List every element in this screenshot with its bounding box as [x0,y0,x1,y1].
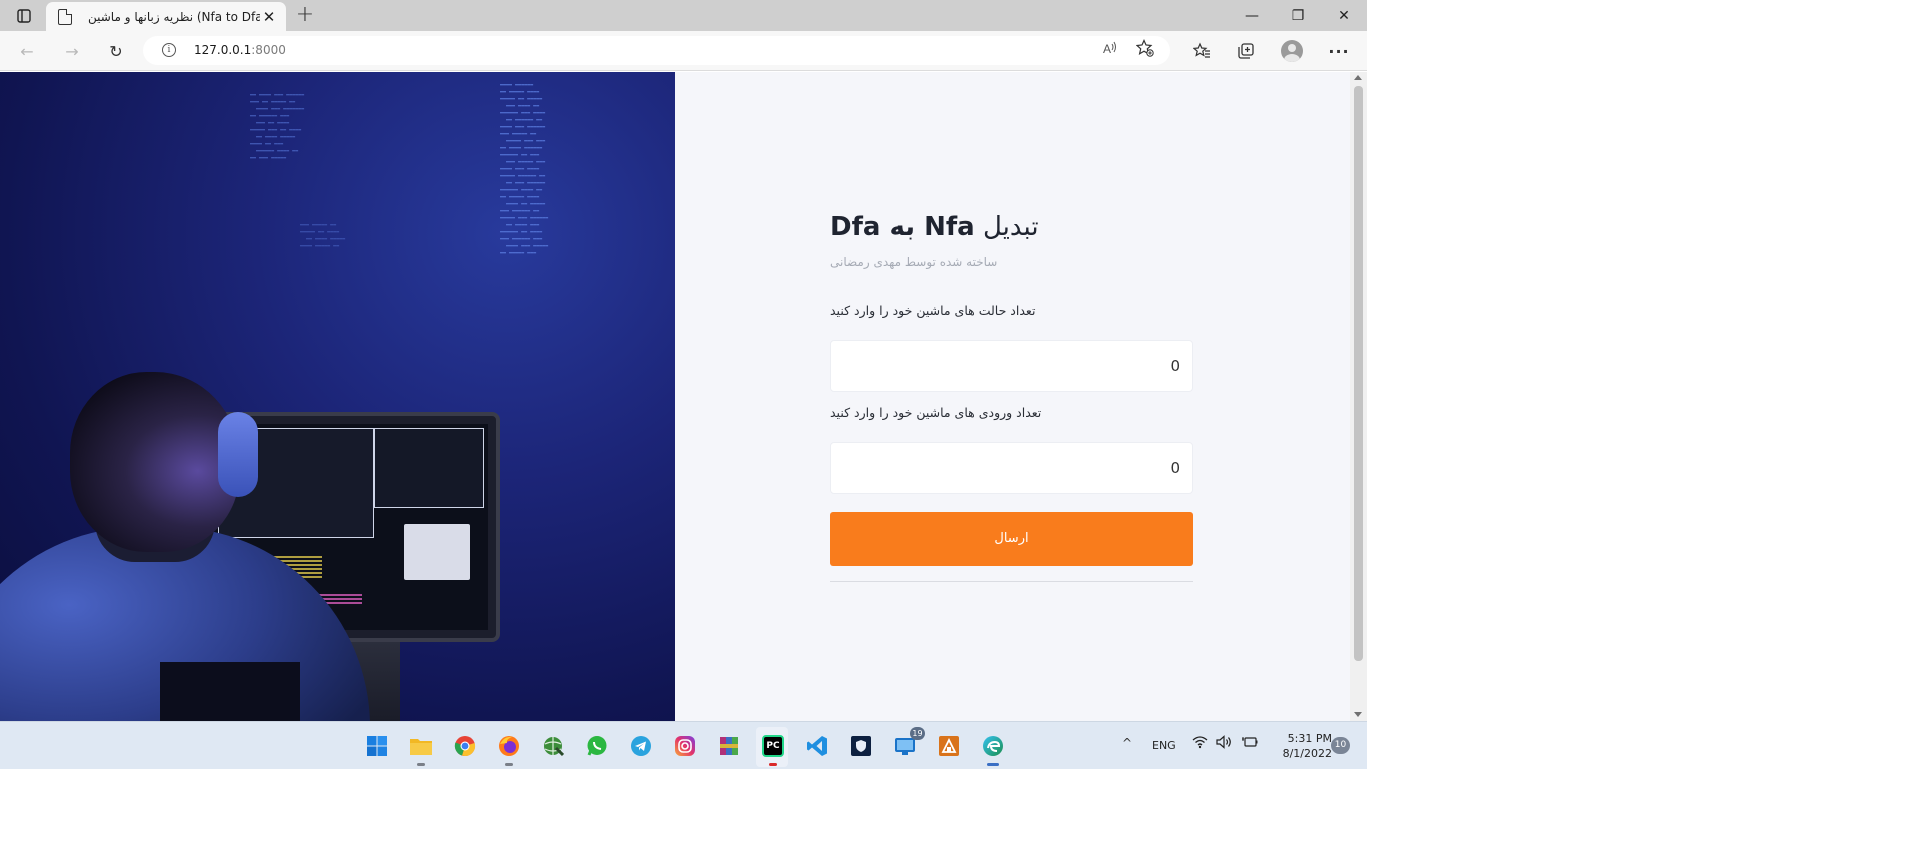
favorites-icon[interactable] [1188,37,1216,65]
site-info-icon[interactable]: i [162,43,176,57]
volume-icon[interactable] [1216,735,1232,753]
clock-time: 5:31 PM [1287,732,1332,745]
back-button[interactable]: ← [13,37,41,65]
file-explorer-icon[interactable] [406,731,436,766]
network-globe-icon[interactable] [538,731,568,761]
add-favorite-icon[interactable] [1135,39,1154,61]
whatsapp-icon[interactable] [582,731,612,761]
refresh-button[interactable]: ↻ [102,37,130,65]
svg-text:A: A [1103,42,1111,55]
taskbar: PC 19 ^ ENG 5:31 PM 8/1/2022 10 [0,721,1367,769]
avatar [1281,40,1303,62]
browser-window: نظریه زبانها و ماشین (Nfa to Dfa) ✕ + — … [0,0,1367,769]
winrar-icon[interactable] [714,731,744,761]
scroll-thumb[interactable] [1354,86,1363,661]
headphone-icon [218,412,258,497]
close-window-button[interactable]: ✕ [1321,0,1367,31]
collections-icon[interactable] [1232,37,1260,65]
url-host: 127.0.0.1 [194,43,252,57]
telegram-icon[interactable] [626,731,656,761]
form-divider [830,581,1193,582]
wifi-icon[interactable] [1192,735,1208,753]
inputs-label: تعداد ورودی های ماشین خود را وارد کنید [830,405,1042,420]
submit-button[interactable]: ارسال [830,512,1193,566]
minimize-button[interactable]: — [1229,0,1275,31]
tab-strip: نظریه زبانها و ماشین (Nfa to Dfa) ✕ + — … [0,0,1367,32]
page-title-prefix: تبدیل [982,212,1039,242]
notification-center-badge[interactable]: 10 [1331,737,1350,754]
page-favicon-icon [58,9,72,25]
tray-chevron-icon[interactable]: ^ [1122,736,1132,750]
scroll-down-icon[interactable] [1354,712,1362,717]
tab-actions-icon[interactable] [10,5,38,27]
forward-button[interactable]: → [58,37,86,65]
url-port: :8000 [251,43,286,57]
battery-icon[interactable] [1242,735,1258,753]
system-clock[interactable]: 5:31 PM 8/1/2022 [1272,731,1332,761]
read-aloud-icon[interactable]: A [1103,41,1117,59]
instagram-icon[interactable] [670,731,700,761]
page-subtitle: ساخته شده توسط مهدی رمضانی [830,255,998,269]
firefox-icon[interactable] [494,731,524,766]
states-input[interactable] [830,340,1193,392]
maximize-button[interactable]: ❐ [1275,0,1321,31]
url-text[interactable]: 127.0.0.1:8000 [194,43,286,57]
page-title-main: Nfa به Dfa [830,212,975,242]
profile-icon[interactable] [1278,37,1306,65]
start-icon[interactable] [362,731,392,761]
screen: نظریه زبانها و ماشین (Nfa to Dfa) ✕ + — … [0,0,1914,864]
language-indicator[interactable]: ENG [1152,739,1176,752]
chrome-icon[interactable] [450,731,480,761]
notification-badge: 19 [910,727,925,740]
tab-close-icon[interactable]: ✕ [260,8,278,26]
hero-image: ▬▬ ▬▬▬▬ ▬▬▬ ▬▬▬▬▬▬ ▬▬▬ ▬▬ ▬▬▬▬▬ ▬▬ ▬▬▬▬ … [0,72,675,721]
new-tab-button[interactable]: + [292,4,318,28]
tab-title: نظریه زبانها و ماشین (Nfa to Dfa) [88,10,260,24]
browser-toolbar: ← → ↻ i 127.0.0.1:8000 A ··· [0,31,1367,71]
tab-active[interactable]: نظریه زبانها و ماشین (Nfa to Dfa) ✕ [46,2,286,32]
page-content: ▬▬ ▬▬▬▬ ▬▬▬ ▬▬▬▬▬▬ ▬▬▬ ▬▬ ▬▬▬▬▬ ▬▬ ▬▬▬▬ … [0,72,1367,721]
address-bar[interactable]: i 127.0.0.1:8000 A [143,36,1170,65]
scroll-up-icon[interactable] [1354,75,1362,80]
sublime-app-icon[interactable] [934,731,964,761]
pycharm-icon[interactable]: PC [758,731,788,766]
page-scrollbar[interactable] [1350,72,1367,721]
remote-desktop-icon[interactable]: 19 [890,727,925,761]
clock-date: 8/1/2022 [1282,747,1332,760]
states-label: تعداد حالت های ماشین خود را وارد کنید [830,303,1036,318]
shield-app-icon[interactable] [846,731,876,761]
page-title: تبدیل Nfa به Dfa [830,212,1193,242]
inputs-input[interactable] [830,442,1193,494]
more-menu-icon[interactable]: ··· [1325,37,1353,65]
edge-icon[interactable] [978,731,1008,766]
vscode-icon[interactable] [802,731,832,761]
